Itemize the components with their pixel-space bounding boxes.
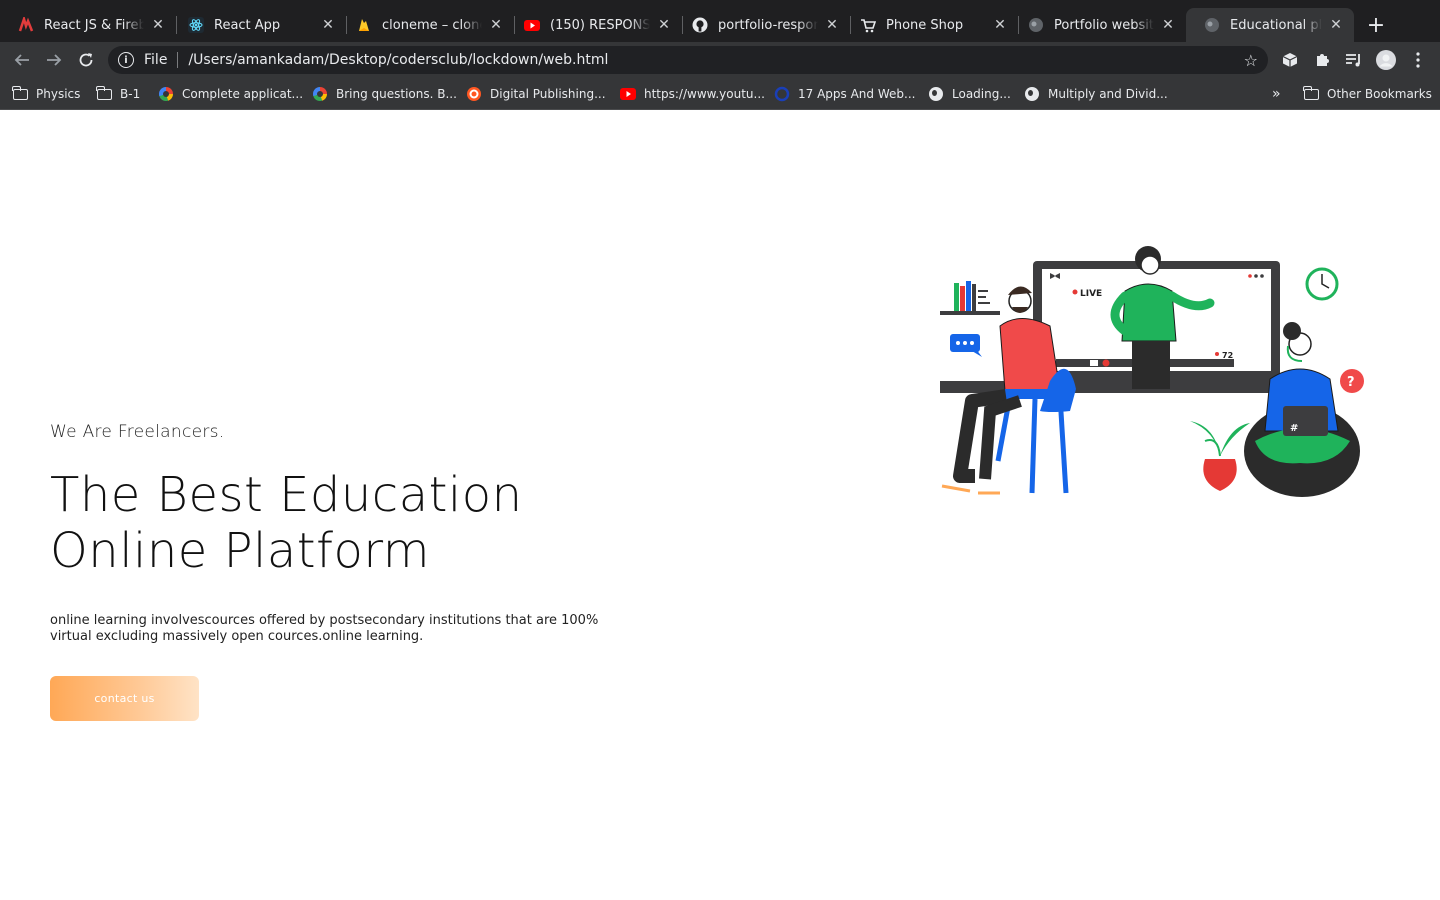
- bookmarks-bar: Physics B-1 Complete applicat... Bring q…: [0, 78, 1440, 110]
- tab-phone-shop[interactable]: Phone Shop ✕: [842, 8, 1019, 42]
- close-icon[interactable]: ✕: [656, 17, 672, 33]
- cart-icon: [860, 17, 876, 33]
- clock-icon: [1305, 267, 1339, 301]
- tab-title: cloneme – cloneme: [382, 17, 482, 33]
- google-icon: [158, 86, 174, 102]
- viewer-count: 72: [1222, 351, 1233, 360]
- reload-icon: [79, 53, 93, 67]
- info-icon[interactable]: i: [118, 52, 134, 68]
- hero-subtitle: We Are Freelancers.: [50, 422, 225, 442]
- close-icon[interactable]: ✕: [1160, 17, 1176, 33]
- bookmark-label: Loading...: [952, 87, 1011, 101]
- target-icon: [466, 86, 482, 102]
- bookmark-label: Bring questions. B...: [336, 87, 457, 101]
- tab-strip: React JS & Firebase ✕ React App ✕ clonem…: [0, 0, 1440, 42]
- bookmark-label: B-1: [120, 87, 141, 101]
- tab-react-firebase[interactable]: React JS & Firebase ✕: [0, 8, 177, 42]
- youtube-icon: [620, 86, 636, 102]
- tab-title: (150) RESPONSIVE: [550, 17, 650, 33]
- tab-react-app[interactable]: React App ✕: [170, 8, 347, 42]
- forward-button[interactable]: [42, 48, 66, 72]
- folder-icon: [12, 85, 28, 102]
- online-learning-illustration: LIVE 72 # ?: [940, 246, 1364, 497]
- media-playlist-icon[interactable]: [1344, 50, 1364, 70]
- back-button[interactable]: [10, 48, 34, 72]
- contact-us-button[interactable]: contact us: [50, 676, 199, 721]
- tab-title: Portfolio website d: [1054, 17, 1154, 33]
- folder-icon: [96, 85, 112, 102]
- other-bookmarks[interactable]: Other Bookmarks: [1303, 85, 1432, 103]
- arrow-left-icon: [14, 54, 29, 66]
- google-icon: [312, 86, 328, 102]
- bookmark-star-icon[interactable]: ☆: [1244, 51, 1258, 70]
- bookmark-b1[interactable]: B-1: [96, 85, 140, 103]
- tab-portfolio-github[interactable]: portfolio-responsive ✕: [674, 8, 851, 42]
- hero-title: The Best Education Online Platform: [50, 467, 523, 579]
- bookmark-multiply-divide[interactable]: Multiply and Divid...: [1024, 85, 1168, 103]
- extension-cube-icon[interactable]: [1280, 50, 1300, 70]
- tab-title: Phone Shop: [886, 17, 964, 33]
- hero-description: online learning involvescources offered …: [50, 613, 599, 644]
- bookmark-17-apps[interactable]: 17 Apps And Web...: [774, 85, 915, 103]
- close-icon[interactable]: ✕: [488, 17, 504, 33]
- bookmark-bring-questions[interactable]: Bring questions. B...: [312, 85, 457, 103]
- bookmark-label: Complete applicat...: [182, 87, 304, 101]
- chat-bubble-icon: [950, 334, 982, 357]
- arrow-right-icon: [47, 54, 62, 66]
- address-bar[interactable]: i File /Users/amankadam/Desktop/coderscl…: [108, 46, 1268, 74]
- new-tab-button[interactable]: +: [1364, 13, 1388, 38]
- tab-title: React JS & Firebase: [44, 17, 144, 33]
- reload-button[interactable]: [74, 48, 98, 72]
- address-url[interactable]: /Users/amankadam/Desktop/codersclub/lock…: [188, 52, 1243, 68]
- github-icon: [692, 17, 708, 33]
- svg-text:#: #: [1290, 423, 1298, 434]
- globe-icon: [928, 86, 944, 102]
- profile-avatar-icon[interactable]: [1376, 50, 1396, 70]
- tab-title: React App: [214, 17, 281, 33]
- bookmark-label: Physics: [36, 87, 81, 101]
- firebase-icon: [356, 17, 372, 33]
- question-bubble-icon: ?: [1340, 369, 1364, 393]
- react-icon: [188, 17, 204, 33]
- close-icon[interactable]: ✕: [150, 17, 166, 33]
- bookmark-digital-publishing[interactable]: Digital Publishing...: [466, 85, 606, 103]
- extensions-puzzle-icon[interactable]: [1312, 50, 1332, 70]
- tab-title: Educational platform: [1230, 17, 1322, 33]
- live-label: LIVE: [1080, 289, 1102, 299]
- bookmark-label: Digital Publishing...: [490, 87, 606, 101]
- globe-icon: [1028, 17, 1044, 33]
- bookmark-complete-application[interactable]: Complete applicat...: [158, 85, 303, 103]
- bookmark-loading[interactable]: Loading...: [928, 85, 1011, 103]
- plant-illustration: [1190, 421, 1250, 491]
- menu-kebab-icon[interactable]: [1408, 50, 1428, 70]
- tab-portfolio-website[interactable]: Portfolio website d ✕: [1010, 8, 1186, 42]
- close-icon[interactable]: ✕: [824, 17, 840, 33]
- tab-educational-platform[interactable]: Educational platform ✕: [1186, 8, 1354, 42]
- bookshelf-illustration: [940, 281, 1000, 315]
- bookmarks-overflow-button[interactable]: »: [1272, 85, 1281, 103]
- youtube-icon: [524, 17, 540, 33]
- globe-icon: [1024, 86, 1040, 102]
- browser-toolbar: i File /Users/amankadam/Desktop/coderscl…: [0, 42, 1440, 78]
- blue-logo-icon: [774, 86, 790, 102]
- tab-cloneme[interactable]: cloneme – cloneme ✕: [338, 8, 515, 42]
- web-page: We Are Freelancers. The Best Education O…: [0, 111, 1440, 900]
- bookmark-youtube[interactable]: https://www.youtu...: [620, 85, 765, 103]
- bookmark-label: 17 Apps And Web...: [798, 87, 916, 101]
- bookmark-label: https://www.youtu...: [644, 87, 765, 101]
- folder-icon: [1303, 85, 1319, 102]
- tab-title: portfolio-responsive: [718, 17, 818, 33]
- globe-icon: [1204, 17, 1220, 33]
- close-icon[interactable]: ✕: [992, 17, 1008, 33]
- address-scheme: File: [144, 52, 168, 68]
- close-icon[interactable]: ✕: [1328, 17, 1344, 33]
- bookmark-label: Other Bookmarks: [1327, 87, 1432, 101]
- bookmark-label: Multiply and Divid...: [1048, 87, 1168, 101]
- firebase-react-icon: [18, 17, 34, 33]
- close-icon[interactable]: ✕: [320, 17, 336, 33]
- tab-responsive-video[interactable]: (150) RESPONSIVE ✕: [506, 8, 683, 42]
- bookmark-physics[interactable]: Physics: [12, 85, 80, 103]
- svg-text:?: ?: [1347, 375, 1355, 390]
